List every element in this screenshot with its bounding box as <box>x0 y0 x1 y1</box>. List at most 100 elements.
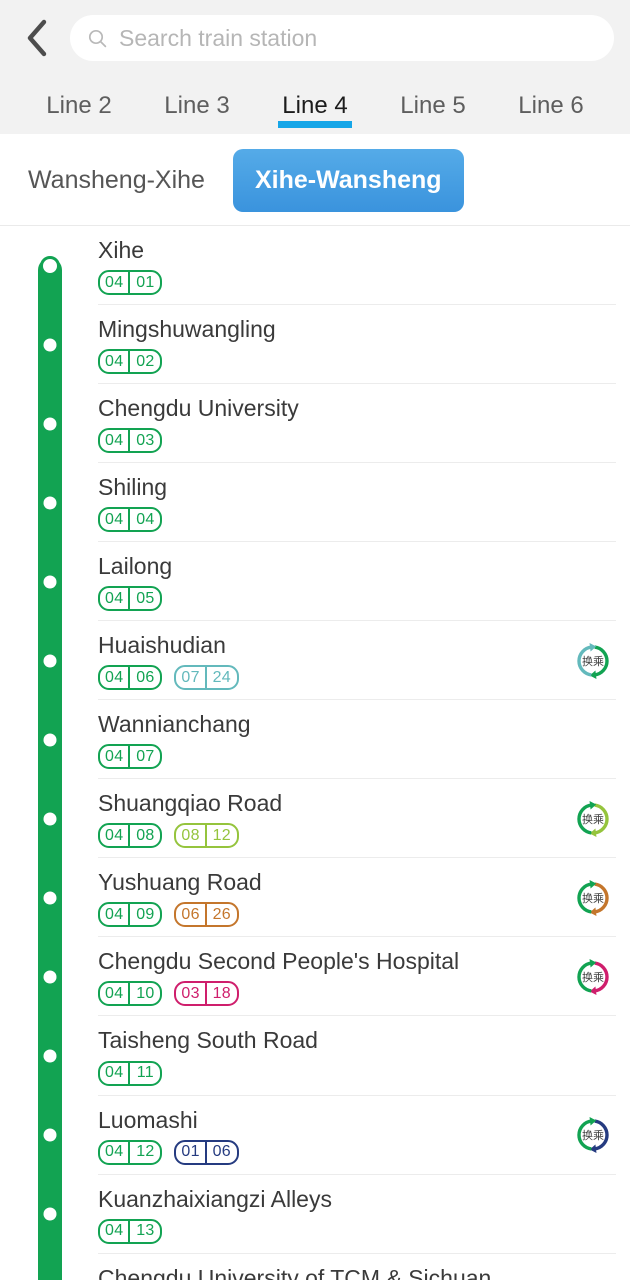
badge-line-number: 04 <box>100 1141 131 1163</box>
tab-line-3-label: Line 3 <box>164 92 230 119</box>
direction-tab-wansheng-xihe[interactable]: Wansheng-Xihe <box>0 166 233 195</box>
station-row[interactable]: Shuangqiao Road 04 08 08 12 换乘 <box>98 779 616 859</box>
station-row[interactable]: Chengdu Second People's Hospital 04 10 03 18… <box>98 937 616 1017</box>
transfer-icon[interactable]: 换乘 <box>570 954 616 1000</box>
badge-line-number: 04 <box>100 1062 131 1084</box>
station-code-badge: 04 10 <box>98 981 163 1007</box>
tab-line-3[interactable]: Line 3 <box>138 92 256 134</box>
station-row[interactable]: Taisheng South Road 04 11 <box>98 1016 616 1096</box>
station-code-badge: 04 01 <box>98 270 163 296</box>
active-tab-underline <box>278 121 352 128</box>
station-row[interactable]: Mingshuwangling 04 02 <box>98 305 616 385</box>
tab-line-2[interactable]: Line 2 <box>20 92 138 134</box>
badge-station-number: 10 <box>136 984 155 1002</box>
station-row[interactable]: Chengdu University of TCM & Sichuan Prov… <box>98 1254 616 1280</box>
station-row[interactable]: Huaishudian 04 06 07 24 换乘 <box>98 621 616 701</box>
tab-line-6[interactable]: Line 6 <box>492 92 610 134</box>
station-dot <box>43 654 57 668</box>
badge-station-number: 08 <box>136 826 155 844</box>
station-info: Shuangqiao Road 04 08 08 12 <box>98 789 560 849</box>
badge-line-number: 07 <box>176 667 207 689</box>
station-dot <box>43 1049 57 1063</box>
badge-station-number: 07 <box>136 747 155 765</box>
station-dot <box>43 496 57 510</box>
tab-line-5[interactable]: Line 5 <box>374 92 492 134</box>
badge-line-number: 04 <box>100 667 131 689</box>
station-name: Huaishudian <box>98 632 226 659</box>
tab-line-4[interactable]: Line 4 <box>256 92 374 134</box>
search-input[interactable] <box>119 15 596 61</box>
station-info: Kuanzhaixiangzi Alleys 04 13 <box>98 1185 616 1244</box>
station-row[interactable]: Shiling 04 04 <box>98 463 616 543</box>
search-box[interactable] <box>70 15 614 61</box>
station-info: Chengdu University of TCM & Sichuan Prov… <box>98 1264 560 1280</box>
station-row[interactable]: Wannianchang 04 07 <box>98 700 616 780</box>
station-code-badges: 04 11 <box>98 1060 616 1086</box>
tab-line-6-label: Line 6 <box>518 92 584 119</box>
station-code-badges: 04 12 01 06 <box>98 1139 560 1165</box>
badge-station-number: 09 <box>136 905 155 923</box>
badge-station-number: 18 <box>212 984 232 1002</box>
badge-line-number: 04 <box>100 351 131 373</box>
train-station-line-browser: Line 2 Line 3 Line 4 Line 5 Line 6 Wansh… <box>0 0 630 1280</box>
station-dot <box>43 812 57 826</box>
station-code-badge: 06 26 <box>174 902 239 928</box>
svg-text:换乘: 换乘 <box>582 1128 604 1142</box>
badge-line-number: 04 <box>100 1220 131 1242</box>
station-code-badge: 01 06 <box>174 1139 239 1165</box>
badge-line-number: 04 <box>100 272 131 294</box>
station-info: Chengdu Second People's Hospital 04 10 03 18 <box>98 947 560 1007</box>
station-name: Xihe <box>98 237 145 263</box>
station-dot <box>43 891 57 905</box>
station-code-badge: 04 03 <box>98 428 163 454</box>
back-chevron-icon[interactable] <box>16 17 58 59</box>
direction-tab-xihe-wansheng[interactable]: Xihe-Wansheng <box>232 149 464 212</box>
station-row[interactable]: Yushuang Road 04 09 06 26 换乘 <box>98 858 616 938</box>
station-code-badges: 04 05 <box>98 586 616 612</box>
station-row[interactable]: Xihe 04 01 <box>98 226 616 306</box>
station-code-badges: 04 02 <box>98 349 616 375</box>
station-code-badge: 04 11 <box>98 1060 163 1086</box>
station-code-badges: 04 10 03 18 <box>98 981 560 1007</box>
search-icon <box>88 29 107 48</box>
station-name: Mingshuwangling <box>98 316 276 343</box>
station-dot <box>43 417 57 431</box>
transfer-icon[interactable]: 换乘 <box>570 875 616 921</box>
station-code-badge: 04 09 <box>98 902 163 928</box>
station-name: Wannianchang <box>98 711 251 738</box>
station-info: Luomashi 04 12 01 06 <box>98 1106 560 1165</box>
station-name: Taisheng South Road <box>98 1027 318 1054</box>
station-code-badge: 04 08 <box>98 823 163 849</box>
terminus-station-dot <box>40 255 60 276</box>
badge-line-number: 04 <box>100 825 131 847</box>
station-code-badge: 04 04 <box>98 507 163 533</box>
station-dot <box>43 1128 57 1142</box>
station-name: Shuangqiao Road <box>98 790 283 817</box>
transfer-icon[interactable]: 换乘 <box>570 638 616 684</box>
station-row[interactable]: Kuanzhaixiangzi Alleys 04 13 <box>98 1175 616 1254</box>
tab-line-4-label: Line 4 <box>282 92 348 119</box>
badge-station-number: 03 <box>136 431 155 449</box>
transfer-icon[interactable]: 换乘 <box>570 796 616 842</box>
station-row[interactable]: Lailong 04 05 <box>98 542 616 622</box>
station-info: Yushuang Road 04 09 06 26 <box>98 868 560 928</box>
station-name: Chengdu University of TCM & Sichuan Prov… <box>98 1264 492 1280</box>
badge-station-number: 24 <box>212 668 232 686</box>
station-name: Yushuang Road <box>98 869 262 896</box>
station-info: Taisheng South Road 04 11 <box>98 1026 616 1086</box>
badge-station-number: 12 <box>136 1143 155 1161</box>
svg-text:换乘: 换乘 <box>582 970 604 984</box>
badge-line-number: 03 <box>176 983 207 1005</box>
tab-line-5-label: Line 5 <box>400 92 466 119</box>
station-row[interactable]: Luomashi 04 12 01 06 换乘 <box>98 1096 616 1175</box>
station-list-container[interactable]: Xihe 04 01 Mingshuwangling 04 02 Chengdu Unive… <box>0 226 630 1280</box>
line-rail <box>38 258 62 1280</box>
badge-line-number: 04 <box>100 588 131 610</box>
station-info: Huaishudian 04 06 07 24 <box>98 631 560 691</box>
station-code-badges: 04 08 08 12 <box>98 823 560 849</box>
station-dot <box>43 575 57 589</box>
badge-line-number: 04 <box>100 746 131 768</box>
station-name: Chengdu Second People's Hospital <box>98 948 460 975</box>
station-row[interactable]: Chengdu University 04 03 <box>98 384 616 464</box>
transfer-icon[interactable]: 换乘 <box>570 1112 616 1158</box>
